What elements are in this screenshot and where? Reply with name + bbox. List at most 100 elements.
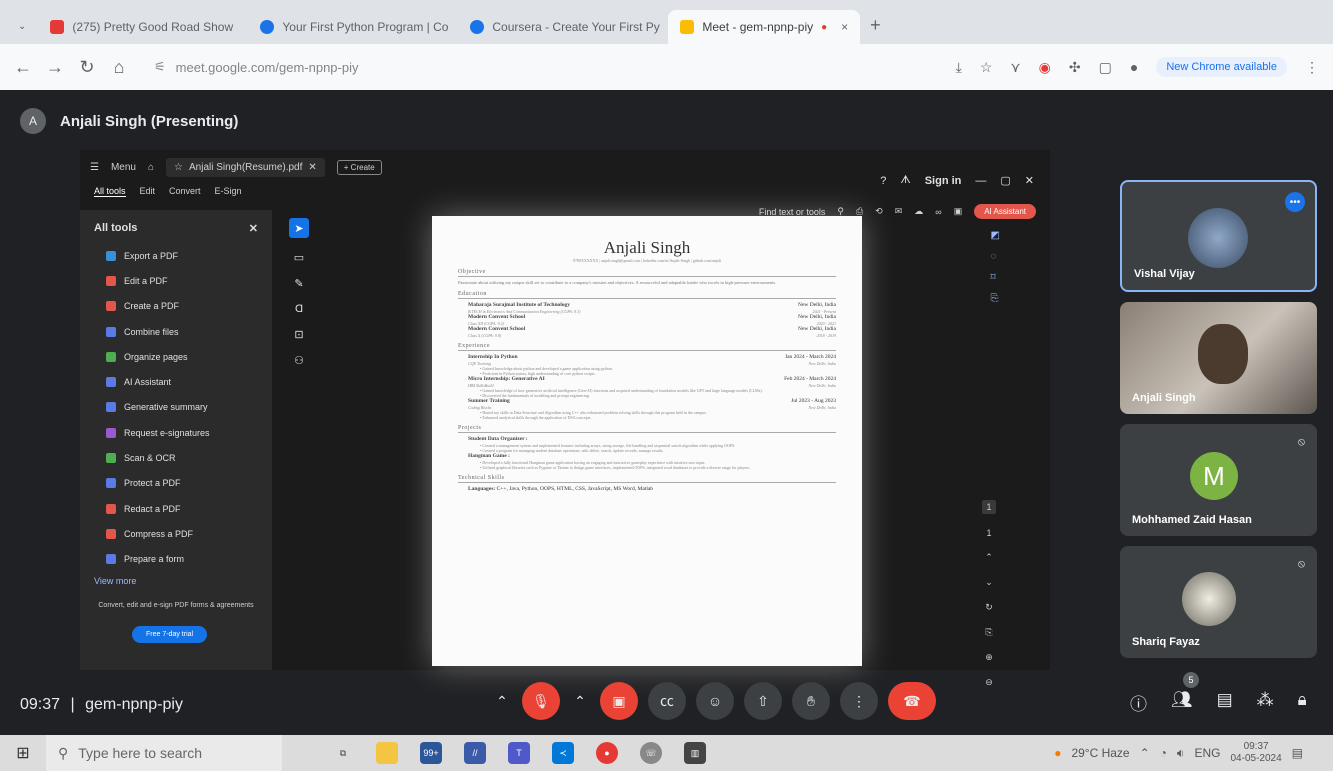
tool-item[interactable]: Protect a PDF xyxy=(80,471,272,496)
highlight-pen-icon[interactable]: ✎ xyxy=(294,277,303,290)
tool-item[interactable]: Compress a PDF xyxy=(80,521,272,546)
address-bar[interactable]: ⚟ meet.google.com/gem-npnp-piy xyxy=(142,52,942,82)
tool-item[interactable]: AI Assistant xyxy=(80,369,272,394)
network-icon[interactable]: ◔ xyxy=(1160,746,1167,760)
share-icon[interactable]: ⟲ xyxy=(875,206,883,217)
app-icon[interactable]: ▥ xyxy=(684,742,706,764)
teams-icon[interactable]: T xyxy=(508,742,530,764)
home-icon[interactable]: ⌂ xyxy=(148,162,154,173)
tool-item[interactable]: Combine files xyxy=(80,319,272,344)
maximize-icon[interactable]: ▢ xyxy=(1000,174,1010,187)
browser-tab-meet[interactable]: Meet - gem-npnp-piy ● × xyxy=(668,10,861,44)
home-icon[interactable]: ⌂ xyxy=(110,57,128,78)
site-info-icon[interactable]: ⚟ xyxy=(154,59,166,75)
lasso-icon[interactable]: Ɑ xyxy=(295,303,303,315)
store-icon[interactable]: 99+ xyxy=(420,742,442,764)
tool-item[interactable]: Organize pages xyxy=(80,344,272,369)
whatsapp-icon[interactable]: ☏ xyxy=(640,742,662,764)
participant-tile[interactable]: Anjali Singh xyxy=(1120,302,1317,414)
help-icon[interactable]: ? xyxy=(880,175,886,187)
tool-item[interactable]: Request e-signatures xyxy=(80,420,272,445)
tray-chevron-icon[interactable]: ⌃ xyxy=(1140,746,1150,760)
reload-icon[interactable]: ↻ xyxy=(78,57,96,78)
tool-item[interactable]: Generative summary xyxy=(80,395,272,420)
bell-icon[interactable]: ᗑ xyxy=(900,174,910,187)
ai-sidebar-icon[interactable]: ◩ xyxy=(991,230,1000,241)
ai-assistant-button[interactable]: AI Assistant xyxy=(974,204,1036,219)
minimize-icon[interactable]: — xyxy=(975,175,986,187)
rotate-icon[interactable]: ↻ xyxy=(985,602,993,613)
back-icon[interactable]: ← xyxy=(14,57,32,78)
extension-icon[interactable]: ⋎ xyxy=(1010,59,1020,76)
free-trial-button[interactable]: Free 7-day trial xyxy=(132,626,208,643)
present-button[interactable]: ⇧ xyxy=(744,682,782,720)
chrome-icon[interactable]: ● xyxy=(596,742,618,764)
close-window-icon[interactable]: ✕ xyxy=(1025,174,1034,187)
vscode-icon[interactable]: ≺ xyxy=(552,742,574,764)
tab-search-icon[interactable]: ⌄ xyxy=(14,21,38,44)
browser-tab-coursera[interactable]: Coursera - Create Your First Py × xyxy=(458,10,668,44)
extension-icon[interactable]: ◉ xyxy=(1039,59,1051,76)
chrome-menu-icon[interactable]: ⋮ xyxy=(1305,59,1319,76)
people-icon[interactable]: 👥︎ xyxy=(1171,690,1193,715)
acrobat-file-tab[interactable]: ☆ Anjali Singh(Resume).pdf ✕ xyxy=(166,158,325,177)
file-explorer-icon[interactable] xyxy=(376,742,398,764)
cloud-icon[interactable]: ☁ xyxy=(914,206,923,217)
mic-toggle-button[interactable]: 🎙︎ xyxy=(522,682,560,720)
close-tab-icon[interactable]: × xyxy=(841,20,848,34)
bookmark-sidebar-icon[interactable]: ⌑ xyxy=(991,272,1000,283)
stamp-icon[interactable]: ⚇ xyxy=(294,354,304,367)
save-icon[interactable]: ▣ xyxy=(954,206,963,217)
app-icon[interactable]: // xyxy=(464,742,486,764)
close-icon[interactable]: ✕ xyxy=(308,162,316,173)
activities-icon[interactable]: ⁂ xyxy=(1257,690,1274,715)
forward-icon[interactable]: → xyxy=(46,57,64,78)
reactions-button[interactable]: ☺ xyxy=(696,682,734,720)
page-number[interactable]: 1 xyxy=(982,500,996,514)
more-options-icon[interactable]: ••• xyxy=(1285,192,1305,212)
tool-item[interactable]: Export a PDF xyxy=(80,243,272,268)
captions-button[interactable]: ㏄ xyxy=(648,682,686,720)
select-cursor-icon[interactable]: ➤ xyxy=(289,218,309,238)
acrobat-menu-label[interactable]: Menu xyxy=(111,162,136,173)
close-panel-icon[interactable]: ✕ xyxy=(249,222,258,235)
create-button[interactable]: + Create xyxy=(336,160,382,175)
page-fit-icon[interactable]: ⎘ xyxy=(985,627,992,638)
chat-icon[interactable]: ▤ xyxy=(1217,690,1233,715)
notifications-icon[interactable]: ▤ xyxy=(1292,746,1303,760)
video-options-chevron-icon[interactable]: ⌃ xyxy=(570,682,590,720)
weather-text[interactable]: 29°C Haze xyxy=(1071,746,1129,760)
end-call-button[interactable]: ☎︎ xyxy=(888,682,936,720)
extensions-puzzle-icon[interactable]: ✣ xyxy=(1069,59,1081,76)
audio-options-chevron-icon[interactable]: ⌃ xyxy=(492,682,512,720)
zoom-in-icon[interactable]: ⊕ xyxy=(985,652,993,663)
email-icon[interactable]: ✉ xyxy=(895,206,903,217)
participant-tile[interactable]: ••• Vishal Vijay xyxy=(1120,180,1317,292)
tool-item[interactable]: Edit a PDF xyxy=(80,268,272,293)
participant-tile[interactable]: ⦸ Shariq Fayaz xyxy=(1120,546,1317,658)
tab-all-tools[interactable]: All tools xyxy=(94,186,126,197)
browser-tab-python[interactable]: Your First Python Program | Co × xyxy=(248,10,458,44)
language-indicator[interactable]: ENG xyxy=(1194,746,1220,760)
comment-icon[interactable]: ▭ xyxy=(294,251,304,264)
page-down-icon[interactable]: ⌄ xyxy=(985,577,993,588)
taskbar-search[interactable]: ⚲ Type here to search xyxy=(46,735,282,771)
sidepanel-icon[interactable]: ▢ xyxy=(1099,59,1112,76)
tool-item[interactable]: Scan & OCR xyxy=(80,445,272,470)
link-icon[interactable]: ∞ xyxy=(935,207,941,217)
tool-item[interactable]: Prepare a form xyxy=(80,547,272,572)
page-up-icon[interactable]: ⌃ xyxy=(985,552,993,563)
windows-start-icon[interactable]: ⊞ xyxy=(0,743,46,763)
tool-item[interactable]: Redact a PDF xyxy=(80,496,272,521)
attachments-icon[interactable]: ⎘ xyxy=(991,293,1000,304)
star-icon[interactable]: ☆ xyxy=(174,162,183,173)
tab-edit[interactable]: Edit xyxy=(140,186,156,197)
browser-tab-youtube[interactable]: (275) Pretty Good Road Show × xyxy=(38,10,248,44)
tool-item[interactable]: Create a PDF xyxy=(80,294,272,319)
raise-hand-button[interactable]: ✋︎ xyxy=(792,682,830,720)
find-text-label[interactable]: Find text or tools xyxy=(759,207,826,217)
profile-avatar[interactable]: ● xyxy=(1130,59,1138,75)
tab-convert[interactable]: Convert xyxy=(169,186,201,197)
meeting-details-icon[interactable]: ⓘ xyxy=(1130,690,1147,715)
view-more-link[interactable]: View more xyxy=(80,572,272,590)
